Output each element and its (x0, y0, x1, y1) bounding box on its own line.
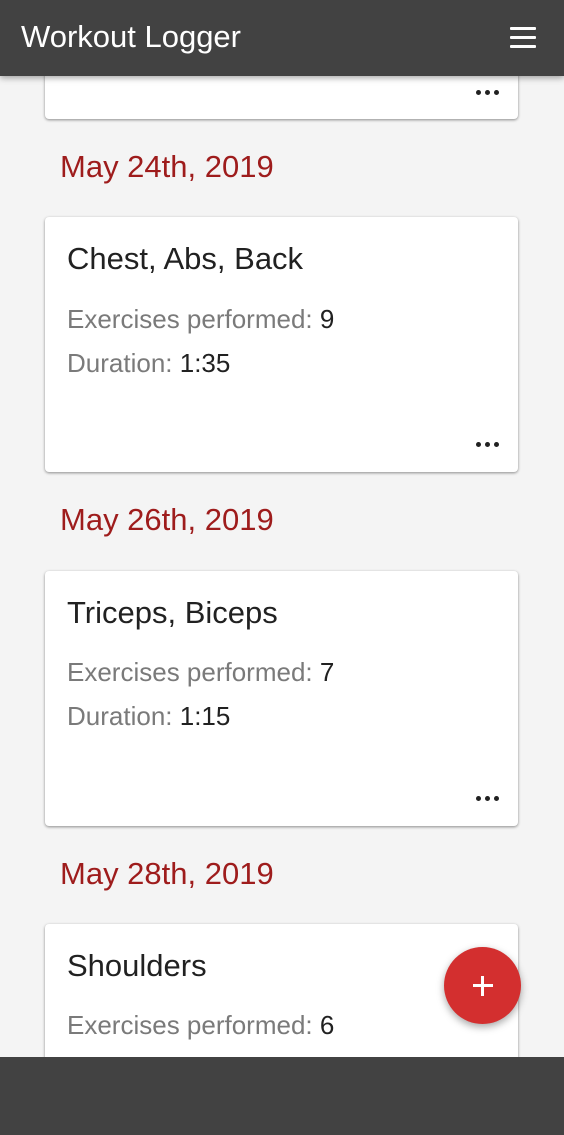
exercises-row: Exercises performed: 6 (67, 1010, 334, 1040)
exercises-label: Exercises performed: (67, 657, 313, 687)
exercises-row: Exercises performed: 9 (67, 304, 334, 334)
more-options-icon[interactable] (476, 87, 500, 97)
exercises-value: 7 (319, 657, 335, 687)
exercises-value: 9 (319, 304, 335, 334)
date-heading: May 28th, 2019 (60, 856, 274, 891)
menu-icon[interactable] (510, 27, 536, 49)
exercises-label: Exercises performed: (67, 1010, 313, 1040)
more-options-icon[interactable] (476, 793, 500, 803)
add-workout-button[interactable] (444, 947, 521, 1024)
duration-row: Duration: 1:35 (67, 348, 230, 378)
duration-label: Duration: (67, 701, 173, 731)
exercises-label: Exercises performed: (67, 304, 313, 334)
exercises-row: Exercises performed: 7 (67, 657, 334, 687)
workout-title: Shoulders (67, 948, 207, 983)
app-title: Workout Logger (21, 19, 241, 54)
duration-value: 1:35 (179, 348, 231, 378)
bottom-bar (0, 1057, 564, 1135)
exercises-value: 6 (319, 1010, 335, 1040)
duration-row: Duration: 1:15 (67, 701, 230, 731)
date-heading: May 26th, 2019 (60, 502, 274, 537)
more-options-icon[interactable] (476, 439, 500, 449)
workout-card[interactable]: Triceps, Biceps Exercises performed: 7 D… (45, 571, 518, 826)
date-heading: May 24th, 2019 (60, 149, 274, 184)
workout-card[interactable]: Chest, Abs, Back Exercises performed: 9 … (45, 217, 518, 472)
duration-value: 1:15 (179, 701, 231, 731)
duration-label: Duration: (67, 348, 173, 378)
workout-title: Chest, Abs, Back (67, 241, 304, 276)
app-bar: Workout Logger (0, 0, 564, 76)
workout-title: Triceps, Biceps (67, 595, 278, 630)
